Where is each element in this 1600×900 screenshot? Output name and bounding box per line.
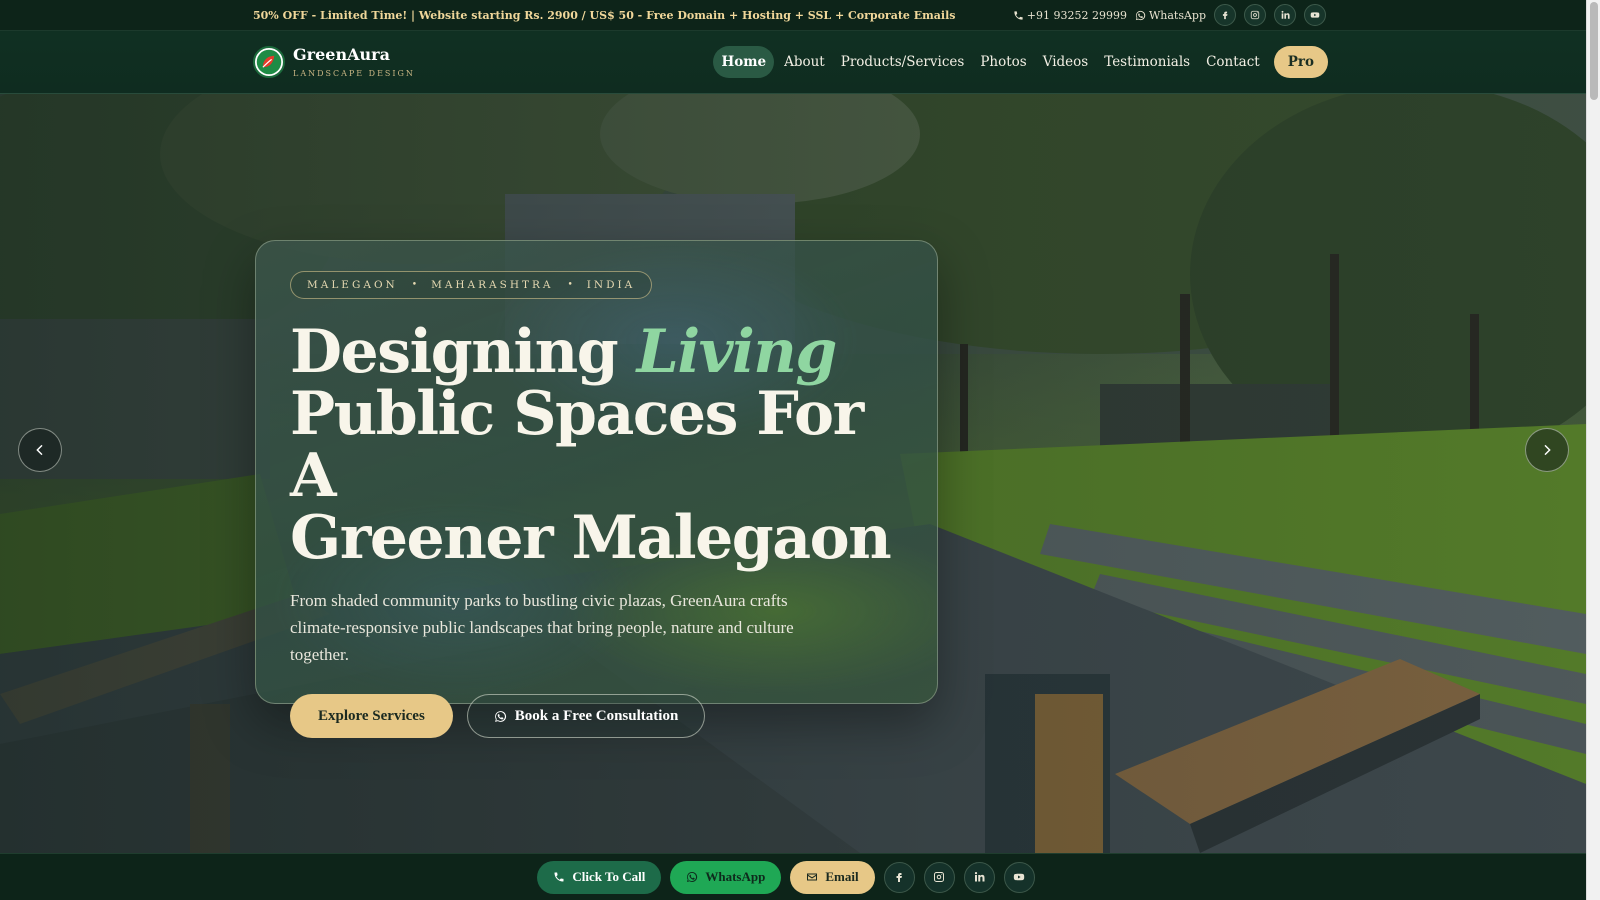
book-consultation-label: Book a Free Consultation <box>514 707 679 724</box>
hero-headline: Designing Living Public Spaces For A Gre… <box>290 321 903 569</box>
bottom-youtube-button[interactable] <box>1003 861 1035 893</box>
instagram-icon <box>1250 10 1260 20</box>
hero-subtext: From shaded community parks to bustling … <box>290 591 794 664</box>
book-consultation-button[interactable]: Book a Free Consultation <box>466 694 706 738</box>
promo-text: 50% OFF - Limited Time! | Website starti… <box>253 8 956 22</box>
click-to-call-button[interactable]: Click To Call <box>537 860 662 894</box>
linkedin-icon <box>1281 10 1290 19</box>
location-city: MALEGAON <box>307 279 398 291</box>
sticky-action-bar: Click To Call WhatsApp Email <box>0 853 1586 900</box>
topbar-phone-text: +91 93252 29999 <box>1026 8 1127 22</box>
slider-prev-button[interactable] <box>18 428 62 472</box>
bottom-linkedin-button[interactable] <box>963 861 995 893</box>
hero-cta-row: Explore Services Book a Free Consultatio… <box>290 694 903 738</box>
pro-button[interactable]: Pro <box>1273 46 1328 78</box>
youtube-icon <box>1013 873 1025 881</box>
chevron-left-icon <box>36 444 43 456</box>
topbar-youtube-button[interactable] <box>1304 4 1326 26</box>
topbar-phone-link[interactable]: +91 93252 29999 <box>1013 9 1127 22</box>
topbar-whatsapp-link[interactable]: WhatsApp <box>1135 9 1206 22</box>
primary-nav: Home About Products/Services Photos Vide… <box>713 46 1328 78</box>
instagram-icon <box>934 872 945 882</box>
brand-logo-link[interactable]: GreenAura LANDSCAPE DESIGN <box>253 46 415 78</box>
hero-card: MALEGAON • MAHARASHTRA • INDIA Designing… <box>255 240 938 738</box>
explore-services-button[interactable]: Explore Services <box>290 694 453 738</box>
nav-item-products-services[interactable]: Products/Services <box>835 46 971 78</box>
location-country: INDIA <box>586 279 636 291</box>
whatsapp-icon <box>1135 10 1146 20</box>
whatsapp-icon <box>687 871 698 882</box>
promo-topbar: 50% OFF - Limited Time! | Website starti… <box>0 0 1586 31</box>
facebook-icon <box>1222 11 1228 20</box>
topbar-whatsapp-text: WhatsApp <box>1148 8 1206 22</box>
location-separator: • <box>411 280 418 290</box>
location-badge: MALEGAON • MAHARASHTRA • INDIA <box>290 271 653 299</box>
phone-icon <box>554 872 564 882</box>
youtube-icon <box>1310 12 1320 18</box>
nav-item-photos[interactable]: Photos <box>974 46 1032 78</box>
bottom-instagram-button[interactable] <box>923 861 955 893</box>
location-state: MAHARASHTRA <box>431 279 554 291</box>
slider-next-button[interactable] <box>1525 428 1569 472</box>
whatsapp-label: WhatsApp <box>705 869 766 884</box>
click-to-call-label: Click To Call <box>572 869 646 884</box>
leaf-logo-icon <box>256 49 282 75</box>
phone-icon <box>1014 10 1023 20</box>
headline-line3: Greener Malegaon <box>290 503 892 573</box>
nav-item-contact[interactable]: Contact <box>1200 46 1266 78</box>
envelope-icon <box>807 873 818 881</box>
whatsapp-button[interactable]: WhatsApp <box>670 860 782 894</box>
headline-line2: Public Spaces For A <box>290 379 864 511</box>
page-scrollbar[interactable] <box>1586 0 1600 900</box>
facebook-icon <box>896 873 903 882</box>
headline-accent: Living <box>636 317 838 387</box>
nav-item-home[interactable]: Home <box>713 46 775 78</box>
main-navbar: GreenAura LANDSCAPE DESIGN Home About Pr… <box>0 31 1586 94</box>
brand-tagline: LANDSCAPE DESIGN <box>293 68 415 78</box>
topbar-instagram-button[interactable] <box>1244 4 1266 26</box>
brand-logo <box>253 46 285 78</box>
email-label: Email <box>825 869 859 884</box>
brand-name: GreenAura <box>293 45 390 65</box>
topbar-contacts: +91 93252 29999 WhatsApp <box>1013 4 1326 26</box>
headline-part1: Designing <box>290 317 619 387</box>
nav-item-about[interactable]: About <box>778 46 831 78</box>
bottom-facebook-button[interactable] <box>883 861 915 893</box>
nav-item-testimonials[interactable]: Testimonials <box>1098 46 1196 78</box>
topbar-linkedin-button[interactable] <box>1274 4 1296 26</box>
nav-item-videos[interactable]: Videos <box>1037 46 1095 78</box>
chevron-right-icon <box>1544 444 1551 456</box>
email-button[interactable]: Email <box>790 860 875 894</box>
hero-slider: MALEGAON • MAHARASHTRA • INDIA Designing… <box>0 94 1586 853</box>
topbar-facebook-button[interactable] <box>1214 4 1236 26</box>
scrollbar-thumb[interactable] <box>1590 2 1598 100</box>
location-separator: • <box>567 280 573 290</box>
linkedin-icon <box>974 872 985 882</box>
whatsapp-icon <box>494 710 506 722</box>
